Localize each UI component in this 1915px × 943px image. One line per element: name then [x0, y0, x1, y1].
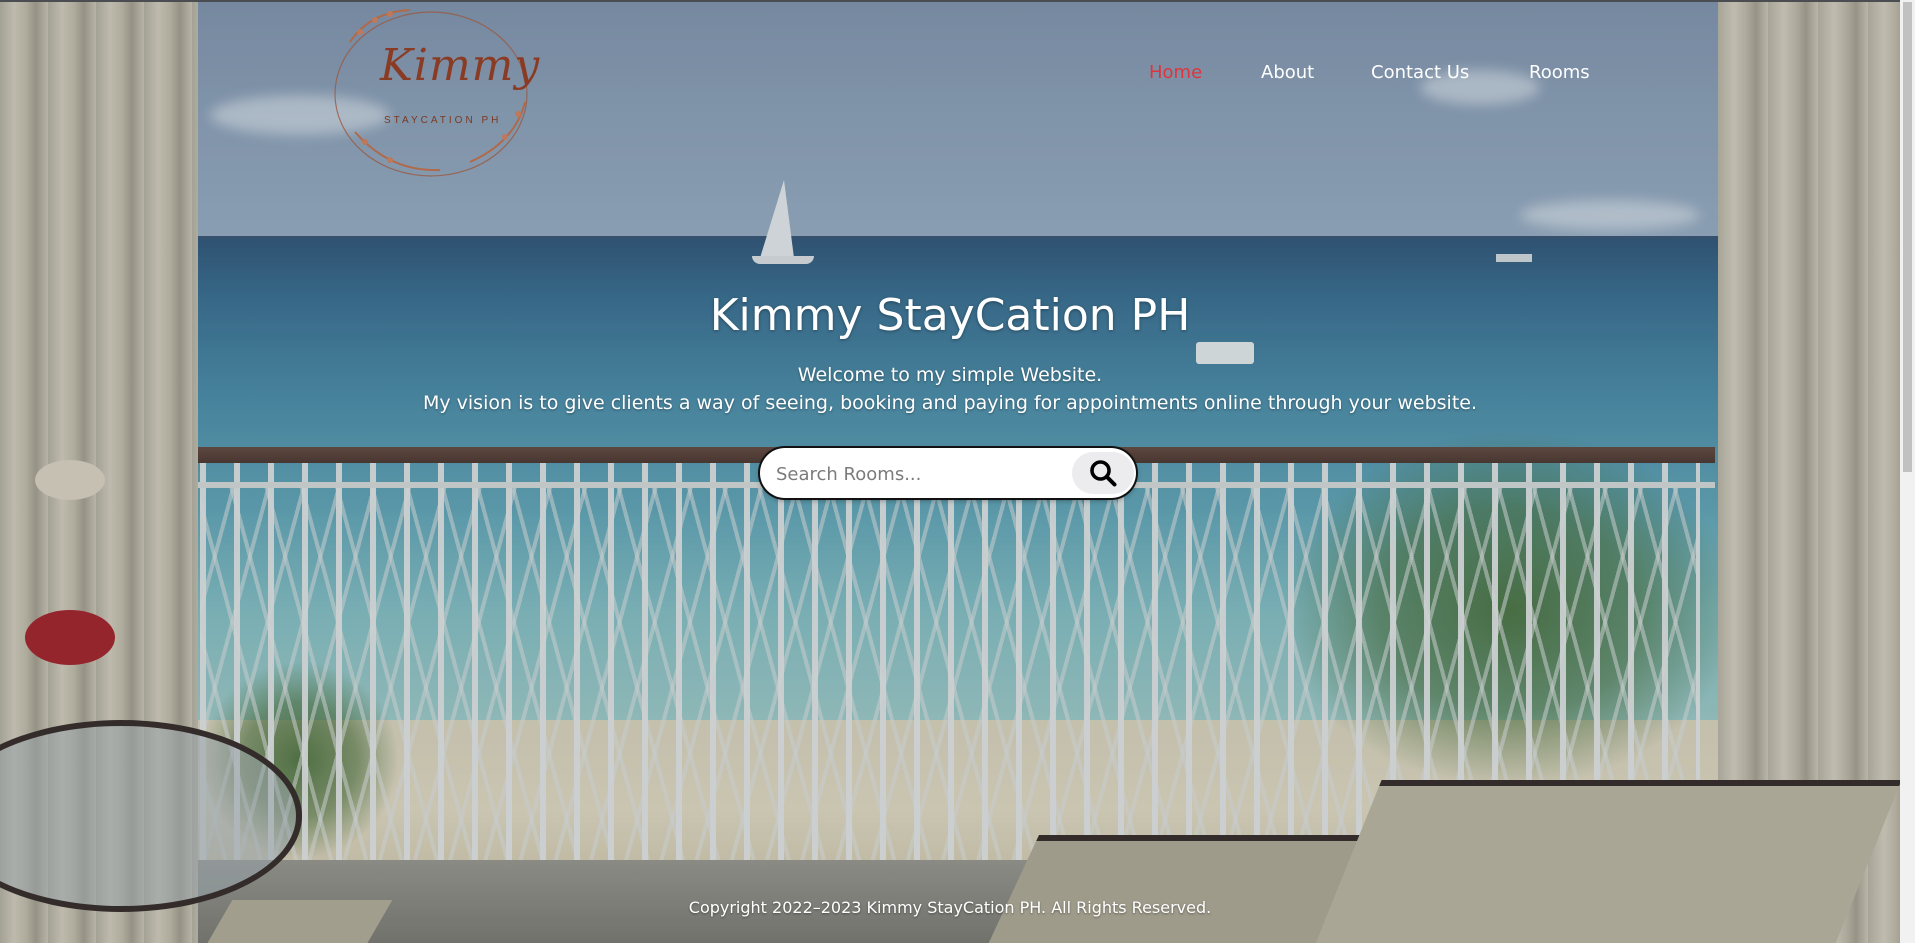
search-input[interactable]	[774, 460, 1068, 488]
page-scrollbar[interactable]	[1900, 0, 1915, 943]
hero-section: Kimmy StayCation PH Welcome to my simple…	[0, 0, 1900, 943]
hero-title: Kimmy StayCation PH	[709, 290, 1191, 341]
search-icon	[1090, 460, 1117, 487]
hero-vision-text: My vision is to give clients a way of se…	[422, 392, 1478, 414]
page: Kimmy STAYCATION PH Home About Contact U…	[0, 0, 1900, 943]
top-border	[0, 0, 1900, 2]
footer-copyright: Copyright 2022–2023 Kimmy StayCation PH.…	[688, 898, 1212, 917]
hero-welcome-text: Welcome to my simple Website.	[797, 364, 1103, 386]
search-bar	[760, 448, 1136, 498]
scrollbar-thumb[interactable]	[1903, 2, 1912, 472]
search-button[interactable]	[1072, 452, 1134, 494]
